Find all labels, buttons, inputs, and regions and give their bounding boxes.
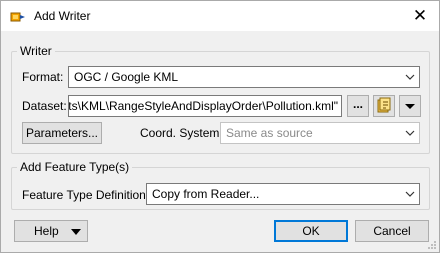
title-bar[interactable]: Add Writer ✕ xyxy=(1,1,439,31)
format-value: OGC / Google KML xyxy=(74,70,179,84)
dataset-value: C:\FME\projects\KML\RangeStyleAndDisplay… xyxy=(68,99,338,113)
coord-system-value: Same as source xyxy=(226,126,313,140)
close-icon: ✕ xyxy=(412,6,428,25)
window-title: Add Writer xyxy=(34,9,91,23)
cancel-label: Cancel xyxy=(373,224,411,238)
help-button[interactable]: Help xyxy=(14,220,88,242)
chevron-down-icon xyxy=(405,130,415,136)
format-select[interactable]: OGC / Google KML xyxy=(68,66,420,88)
feature-type-definition-value: Copy from Reader... xyxy=(152,187,260,201)
feature-type-definition-select[interactable]: Copy from Reader... xyxy=(146,183,420,205)
browse-label: ... xyxy=(352,97,363,111)
feature-type-definition-label: Feature Type Definition: xyxy=(22,188,150,202)
feature-type-group-legend: Add Feature Type(s) xyxy=(20,160,130,174)
dataset-picker-icon xyxy=(377,97,391,113)
ok-label: OK xyxy=(302,224,320,238)
browse-button[interactable]: ... xyxy=(347,95,369,117)
help-label: Help xyxy=(34,224,59,238)
dataset-dropdown-button[interactable] xyxy=(399,95,421,117)
parameters-label: Parameters... xyxy=(25,126,99,140)
writer-group-legend: Writer xyxy=(20,44,52,58)
close-button[interactable]: ✕ xyxy=(405,4,435,28)
cancel-button[interactable]: Cancel xyxy=(355,220,429,242)
dataset-input[interactable]: C:\FME\projects\KML\RangeStyleAndDisplay… xyxy=(68,95,342,117)
triangle-down-icon xyxy=(405,104,415,109)
coord-system-label: Coord. System: xyxy=(140,126,223,140)
chevron-down-icon xyxy=(405,74,415,80)
resize-grip-icon[interactable] xyxy=(427,240,437,250)
format-label: Format: xyxy=(22,70,64,84)
fme-writer-icon xyxy=(10,12,25,22)
dataset-options-button[interactable] xyxy=(373,95,395,117)
coord-system-select[interactable]: Same as source xyxy=(220,122,420,144)
triangle-down-icon xyxy=(71,229,81,235)
parameters-button[interactable]: Parameters... xyxy=(22,122,102,144)
dataset-label: Dataset: xyxy=(22,99,67,113)
ok-button[interactable]: OK xyxy=(274,220,348,242)
add-writer-dialog: Add Writer ✕ Writer Format: OGC / Google… xyxy=(0,0,440,253)
chevron-down-icon xyxy=(405,191,415,197)
